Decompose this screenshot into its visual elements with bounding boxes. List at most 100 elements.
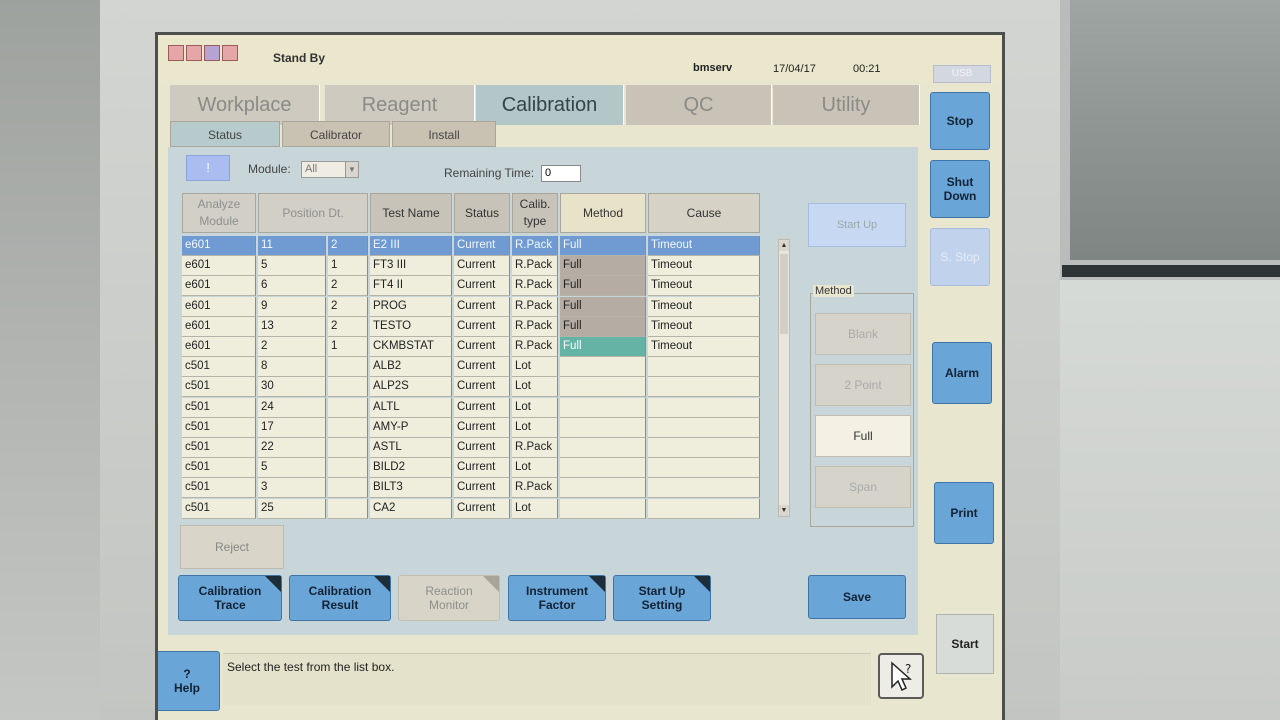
scroll-down-arrow-icon[interactable]: ▼ <box>779 505 789 516</box>
status-led <box>204 45 220 61</box>
cell-calib-type: Lot <box>512 357 558 378</box>
main-tabs: Workplace Reagent Calibration QC Utility <box>170 85 920 125</box>
cell-test-name: ALP2S <box>370 377 452 398</box>
status-message: Select the test from the list box. <box>227 660 395 674</box>
table-row[interactable]: c501 30 ALP2S Current Lot <box>182 377 766 398</box>
start-up-button[interactable]: Start Up <box>808 203 906 247</box>
table-row[interactable]: c501 5 BILD2 Current Lot <box>182 458 766 479</box>
print-button[interactable]: Print <box>934 482 994 544</box>
cell-test-name: ALB2 <box>370 357 452 378</box>
col-calib-type[interactable]: Calib. type <box>512 193 558 233</box>
table-row[interactable]: e601 6 2 FT4 II Current R.Pack Full Timeout <box>182 276 766 297</box>
cell-dt <box>328 397 368 418</box>
table-row[interactable]: c501 3 BILT3 Current R.Pack <box>182 478 766 499</box>
cell-position: 9 <box>258 296 326 317</box>
cell-cause: Timeout <box>648 236 760 256</box>
table-row[interactable]: e601 11 2 E2 III Current R.Pack Full Timeout <box>182 236 766 256</box>
reaction-monitor-button[interactable]: Reaction Monitor <box>398 575 500 621</box>
table-scrollbar[interactable]: ▲ ▼ <box>778 239 790 517</box>
table-row[interactable]: c501 24 ALTL Current Lot <box>182 397 766 418</box>
background-window-frame <box>1062 265 1280 277</box>
cell-analyze-module: c501 <box>182 377 256 398</box>
cell-calib-type: R.Pack <box>512 438 558 458</box>
table-row[interactable]: e601 2 1 CKMBSTAT Current R.Pack Full Timeout <box>182 337 766 357</box>
table-row[interactable]: c501 25 CA2 Current Lot <box>182 498 766 519</box>
cell-analyze-module: e601 <box>182 337 256 357</box>
cell-method: Full <box>560 236 646 256</box>
subtab-calibrator[interactable]: Calibrator <box>282 121 390 147</box>
help-button[interactable]: ? Help <box>158 651 220 711</box>
cell-status: Current <box>454 458 510 479</box>
tab-qc[interactable]: QC <box>626 85 772 125</box>
table-row[interactable]: c501 8 ALB2 Current Lot <box>182 357 766 378</box>
cell-position: 30 <box>258 377 326 398</box>
col-test-name[interactable]: Test Name <box>370 193 452 233</box>
cell-position: 5 <box>258 256 326 277</box>
tab-reagent[interactable]: Reagent <box>325 85 475 125</box>
tab-calibration[interactable]: Calibration <box>476 85 624 125</box>
cell-status: Current <box>454 498 510 519</box>
cell-cause <box>648 478 760 499</box>
method-2point-button[interactable]: 2 Point <box>815 364 911 406</box>
col-status[interactable]: Status <box>454 193 510 233</box>
tab-workplace[interactable]: Workplace <box>170 85 320 125</box>
background-wall-left <box>0 0 100 720</box>
top-status-bar: Stand By bmserv 17/04/17 00:21 USB <box>158 35 1002 83</box>
cell-status: Current <box>454 357 510 378</box>
cell-calib-type: R.Pack <box>512 478 558 499</box>
col-analyze-module[interactable]: Analyze Module <box>182 193 256 233</box>
alarm-button[interactable]: Alarm <box>932 342 992 404</box>
cell-dt: 2 <box>328 236 368 256</box>
cell-cause <box>648 357 760 378</box>
cell-status: Current <box>454 478 510 499</box>
cell-calib-type: Lot <box>512 417 558 438</box>
cell-position: 6 <box>258 276 326 297</box>
scroll-up-arrow-icon[interactable]: ▲ <box>779 240 789 251</box>
calibration-result-button[interactable]: Calibration Result <box>289 575 391 621</box>
subtab-status[interactable]: Status <box>170 121 280 147</box>
cell-analyze-module: c501 <box>182 417 256 438</box>
s-stop-button[interactable]: S. Stop <box>930 228 990 286</box>
tab-utility[interactable]: Utility <box>773 85 920 125</box>
calibration-trace-button[interactable]: Calibration Trace <box>178 575 282 621</box>
remaining-time-field[interactable]: 0 <box>541 165 581 182</box>
reject-button[interactable]: Reject <box>180 525 284 569</box>
instrument-factor-label: Instrument Factor <box>525 584 588 612</box>
col-position-dt[interactable]: Position Dt. <box>258 193 368 233</box>
cell-analyze-module: c501 <box>182 357 256 378</box>
table-row[interactable]: c501 22 ASTL Current R.Pack <box>182 438 766 458</box>
help-cursor-button[interactable]: ? <box>878 653 924 699</box>
start-up-setting-button[interactable]: Start Up Setting <box>613 575 711 621</box>
cell-calib-type: R.Pack <box>512 337 558 357</box>
method-blank-button[interactable]: Blank <box>815 313 911 355</box>
instrument-factor-button[interactable]: Instrument Factor <box>508 575 606 621</box>
chevron-down-icon[interactable]: ▼ <box>345 162 358 177</box>
cell-method <box>560 357 646 378</box>
table-row[interactable]: e601 9 2 PROG Current R.Pack Full Timeout <box>182 296 766 317</box>
status-leds <box>168 45 238 61</box>
cell-test-name: AMY-P <box>370 417 452 438</box>
col-method[interactable]: Method <box>560 193 646 233</box>
table-row[interactable]: e601 5 1 FT3 III Current R.Pack Full Timeout <box>182 256 766 277</box>
col-cause[interactable]: Cause <box>648 193 760 233</box>
cell-analyze-module: c501 <box>182 498 256 519</box>
shut-down-button[interactable]: Shut Down <box>930 160 990 218</box>
cell-cause: Timeout <box>648 337 760 357</box>
cell-cause <box>648 397 760 418</box>
save-button[interactable]: Save <box>808 575 906 619</box>
module-select[interactable]: All ▼ <box>301 161 359 178</box>
cell-dt: 1 <box>328 256 368 277</box>
method-span-button[interactable]: Span <box>815 466 911 508</box>
info-button[interactable]: ! <box>186 155 230 181</box>
table-row[interactable]: e601 13 2 TESTO Current R.Pack Full Timeout <box>182 316 766 337</box>
method-full-button[interactable]: Full <box>815 415 911 457</box>
subtab-install[interactable]: Install <box>392 121 496 147</box>
stop-button[interactable]: Stop <box>930 92 990 150</box>
time-display: 00:21 <box>853 63 881 75</box>
corner-marker-icon <box>483 576 499 592</box>
table-row[interactable]: c501 17 AMY-P Current Lot <box>182 417 766 438</box>
scroll-thumb[interactable] <box>780 254 788 334</box>
calibration-trace-label: Calibration Trace <box>198 584 262 612</box>
start-button[interactable]: Start <box>936 614 994 674</box>
usb-button[interactable]: USB <box>933 65 991 83</box>
